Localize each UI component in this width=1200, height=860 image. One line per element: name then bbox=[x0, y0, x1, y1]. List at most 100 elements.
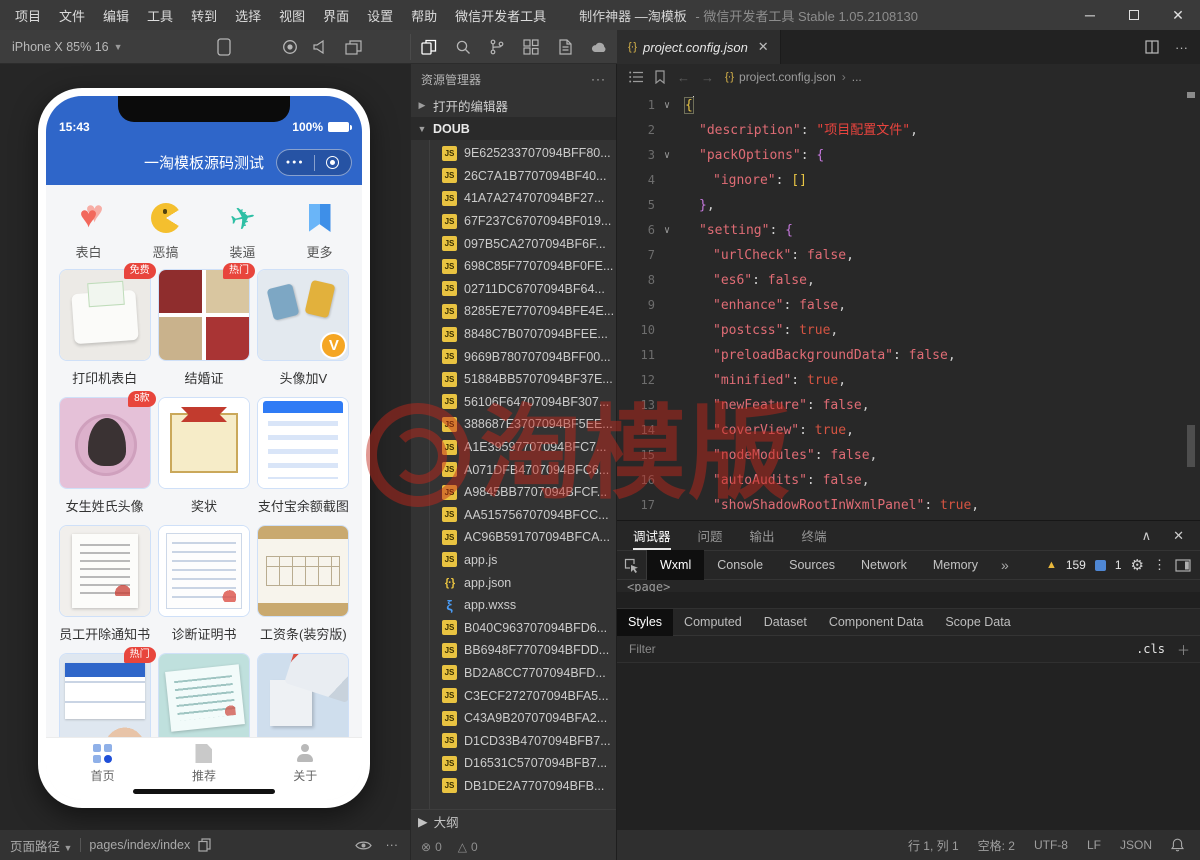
file-row[interactable]: JS 67F237C6707094BF019... bbox=[411, 210, 616, 233]
menu-item[interactable]: 项目 bbox=[6, 6, 50, 25]
status-item[interactable]: UTF-8 bbox=[1034, 838, 1068, 852]
menu-item[interactable]: 文件 bbox=[50, 6, 94, 25]
mute-icon[interactable] bbox=[310, 30, 330, 64]
bell-icon[interactable] bbox=[1171, 838, 1184, 852]
minimize-button[interactable]: ─ bbox=[1068, 0, 1112, 30]
compile-file-icon[interactable] bbox=[555, 30, 575, 64]
file-row[interactable]: JS BD2A8CC7707094BFD... bbox=[411, 662, 616, 685]
status-item[interactable]: 空格: 2 bbox=[978, 837, 1015, 854]
fold-icon[interactable]: ∨ bbox=[655, 218, 679, 243]
template-card[interactable]: 8款 女生姓氏头像 bbox=[56, 391, 156, 520]
more-actions-icon[interactable]: ··· bbox=[1175, 40, 1188, 55]
bookmark-icon[interactable] bbox=[654, 70, 666, 84]
file-row[interactable]: JS 698C85F7707094BF0FE... bbox=[411, 255, 616, 278]
dock-side-icon[interactable] bbox=[1175, 558, 1191, 572]
category-item[interactable]: ✈ 装逼 bbox=[210, 198, 276, 261]
menu-item[interactable]: 工具 bbox=[138, 6, 182, 25]
file-row[interactable]: JS AA515756707094BFCC... bbox=[411, 504, 616, 527]
devtools-tab-console[interactable]: Console bbox=[704, 550, 776, 580]
file-row[interactable]: JS C3ECF272707094BFA5... bbox=[411, 684, 616, 707]
panel-splitter[interactable] bbox=[617, 592, 1200, 609]
kebab-menu-icon[interactable]: ⋮ bbox=[1153, 557, 1166, 573]
template-card[interactable]: 热门 结婚证 bbox=[155, 263, 255, 392]
phone-icon[interactable] bbox=[214, 30, 234, 64]
menu-item[interactable]: 选择 bbox=[226, 6, 270, 25]
file-row[interactable]: ξ app.wxss bbox=[411, 594, 616, 617]
file-row[interactable]: JS 56106F64707094BF307... bbox=[411, 391, 616, 414]
more-dots-icon[interactable]: ●●● bbox=[277, 159, 314, 166]
file-row[interactable]: JS A1E39597707094BFC7... bbox=[411, 436, 616, 459]
debugger-tab-终端[interactable]: 终端 bbox=[802, 521, 827, 550]
status-item[interactable]: JSON bbox=[1120, 838, 1152, 852]
file-row[interactable]: JS 097B5CA2707094BF6F... bbox=[411, 232, 616, 255]
fold-icon[interactable]: ∨ bbox=[655, 93, 679, 118]
tabbar-item-person[interactable]: 关于 bbox=[270, 744, 340, 784]
close-panel-icon[interactable]: ✕ bbox=[1173, 528, 1184, 544]
copy-path-icon[interactable] bbox=[198, 838, 211, 852]
git-branch-icon[interactable] bbox=[487, 30, 507, 64]
debugger-tab-输出[interactable]: 输出 bbox=[750, 521, 775, 550]
file-row[interactable]: JS DB1DE2A7707094BFB... bbox=[411, 775, 616, 798]
devtools-tab-sources[interactable]: Sources bbox=[776, 550, 848, 580]
file-row[interactable]: JS 8285E7E7707094BFE4E... bbox=[411, 300, 616, 323]
more-dots-icon[interactable]: ··· bbox=[386, 838, 399, 852]
split-editor-icon[interactable] bbox=[1145, 40, 1159, 54]
status-item[interactable]: LF bbox=[1087, 838, 1101, 852]
devtools-tab-wxml[interactable]: Wxml bbox=[647, 550, 705, 580]
open-editors-section[interactable]: ▶ 打开的编辑器 bbox=[411, 94, 616, 117]
outline-section[interactable]: ▶ 大纲 bbox=[411, 809, 616, 833]
menu-item[interactable]: 设置 bbox=[358, 6, 402, 25]
add-rule-icon[interactable]: ＋ bbox=[1177, 640, 1190, 659]
collapse-panel-icon[interactable]: ∧ bbox=[1142, 528, 1152, 544]
menu-item[interactable]: 帮助 bbox=[402, 6, 446, 25]
page-path-dropdown[interactable]: 页面路径 ▼ bbox=[10, 836, 72, 855]
files-icon[interactable] bbox=[419, 30, 439, 64]
menu-item[interactable]: 界面 bbox=[314, 6, 358, 25]
search-icon[interactable] bbox=[453, 30, 473, 64]
file-row[interactable]: JS BB6948F7707094BFDD... bbox=[411, 639, 616, 662]
file-row[interactable]: JS B040C963707094BFD6... bbox=[411, 616, 616, 639]
cloud-icon[interactable] bbox=[589, 30, 609, 64]
file-row[interactable]: JS 26C7A1B7707094BF40... bbox=[411, 165, 616, 188]
home-indicator[interactable] bbox=[133, 789, 275, 794]
styles-tab-component-data[interactable]: Component Data bbox=[818, 609, 935, 636]
project-root-section[interactable]: ▼ DOUB bbox=[411, 117, 616, 140]
filter-input[interactable] bbox=[627, 641, 1137, 657]
template-card[interactable]: 免费 打印机表白 bbox=[56, 263, 156, 392]
template-card[interactable]: 员工开除通知书 bbox=[56, 525, 154, 648]
file-row[interactable]: JS 9E625233707094BFF80... bbox=[411, 142, 616, 165]
template-card[interactable]: 奖状 bbox=[155, 397, 253, 520]
menu-item[interactable]: 转到 bbox=[182, 6, 226, 25]
styles-tab-dataset[interactable]: Dataset bbox=[753, 609, 818, 636]
file-row[interactable]: JS AC96B591707094BFCA... bbox=[411, 526, 616, 549]
warning-icon[interactable]: ▲ bbox=[1046, 559, 1057, 571]
problems-summary[interactable]: ⊗ 0 △ 0 bbox=[411, 833, 616, 860]
record-icon[interactable] bbox=[280, 30, 300, 64]
tab-project-config-json[interactable]: {·} project.config.json ✕ bbox=[617, 30, 781, 64]
maximize-button[interactable] bbox=[1112, 0, 1156, 30]
more-tabs-icon[interactable]: » bbox=[991, 557, 1019, 573]
close-icon[interactable]: ✕ bbox=[758, 39, 769, 55]
file-row[interactable]: JS 388687E3707094BF5EE... bbox=[411, 413, 616, 436]
styles-tab-scope-data[interactable]: Scope Data bbox=[934, 609, 1021, 636]
tabbar-item-tag[interactable]: 推荐 bbox=[169, 744, 239, 784]
file-row[interactable]: JS C43A9B20707094BFA2... bbox=[411, 707, 616, 730]
devtools-tab-memory[interactable]: Memory bbox=[920, 550, 991, 580]
menu-item[interactable]: 编辑 bbox=[94, 6, 138, 25]
file-row[interactable]: JS 02711DC6707094BF64... bbox=[411, 278, 616, 301]
status-item[interactable]: 行 1, 列 1 bbox=[908, 837, 959, 854]
device-selector[interactable]: iPhone X 85% 16 ▼ bbox=[12, 30, 123, 64]
template-card[interactable]: 诊断证明书 bbox=[155, 525, 253, 648]
menu-item[interactable]: 视图 bbox=[270, 6, 314, 25]
template-card[interactable]: 支付宝余额截图 bbox=[254, 397, 352, 520]
file-row[interactable]: JS 41A7A274707094BF27... bbox=[411, 187, 616, 210]
outline-list-icon[interactable] bbox=[629, 71, 643, 83]
file-row[interactable]: JS A071DFB4707094BFC6... bbox=[411, 458, 616, 481]
category-item[interactable]: ♥ 表白 bbox=[56, 200, 122, 261]
styles-tab-computed[interactable]: Computed bbox=[673, 609, 753, 636]
devtools-tab-network[interactable]: Network bbox=[848, 550, 920, 580]
exit-target-icon[interactable] bbox=[315, 156, 352, 169]
explorer-more-icon[interactable]: ··· bbox=[591, 72, 606, 86]
file-row[interactable]: JS 51884BB5707094BF37E... bbox=[411, 368, 616, 391]
file-row[interactable]: JS 8848C7B0707094BFEE... bbox=[411, 323, 616, 346]
